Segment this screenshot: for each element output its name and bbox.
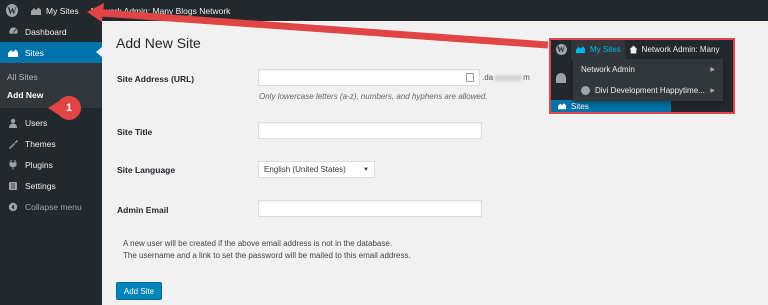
sidebar-item-themes[interactable]: Themes	[0, 133, 102, 154]
network-admin-link[interactable]: Network Admin: Many Blogs Network	[85, 0, 237, 21]
themes-icon	[7, 139, 19, 149]
sidebar-item-sites[interactable]: Sites	[0, 42, 102, 63]
settings-icon	[7, 181, 19, 191]
dashboard-icon	[556, 73, 566, 83]
sidebar-item-label: Settings	[25, 180, 56, 191]
sites-icon	[7, 48, 19, 58]
callout-admin-bar: W My Sites Network Admin: Many	[551, 40, 733, 59]
wordpress-logo-icon[interactable]: W	[0, 0, 24, 21]
add-site-button[interactable]: Add Site	[116, 282, 162, 300]
wordpress-logo-icon	[581, 86, 590, 95]
step-badge: 1	[57, 96, 81, 120]
site-address-label: Site Address (URL)	[117, 74, 195, 84]
my-sites-menu[interactable]: My Sites	[24, 0, 85, 21]
submenu-item-add-new[interactable]: Add New	[0, 86, 102, 104]
site-address-help: Only lowercase letters (a-z), numbers, a…	[259, 92, 488, 101]
admin-bar: W My Sites Network Admin: Many Blogs Net…	[0, 0, 768, 21]
site-title-input[interactable]	[258, 122, 482, 139]
callout-my-sites: My Sites	[571, 40, 625, 59]
sidebar-collapse-menu[interactable]: Collapse menu	[0, 196, 102, 217]
password-manager-icon	[466, 73, 474, 82]
chevron-right-icon: ▶	[710, 88, 715, 94]
plugins-icon	[7, 159, 19, 170]
my-sites-dropdown: Network Admin ▶ Divi Development Happyti…	[573, 59, 723, 101]
site-title-label: Site Title	[117, 127, 153, 137]
site-language-label: Site Language	[117, 165, 176, 175]
dropdown-item-divi-development[interactable]: Divi Development Happytime... ▶	[573, 80, 723, 101]
dropdown-item-network-admin[interactable]: Network Admin ▶	[573, 59, 723, 80]
callout-network-admin: Network Admin: Many	[625, 40, 724, 59]
chevron-down-icon: ▼	[363, 166, 369, 173]
page-title: Add New Site	[116, 35, 201, 51]
new-user-note-line1: A new user will be created if the above …	[123, 239, 393, 248]
blurred-domain	[494, 74, 523, 81]
admin-sidebar: Dashboard Sites All Sites Add New Users …	[0, 21, 102, 305]
sidebar-item-plugins[interactable]: Plugins	[0, 154, 102, 175]
sidebar-item-settings[interactable]: Settings	[0, 175, 102, 196]
my-sites-icon	[575, 45, 586, 54]
new-user-note-line2: The username and a link to set the passw…	[123, 251, 411, 260]
sidebar-item-dashboard[interactable]: Dashboard	[0, 21, 102, 42]
site-address-input[interactable]	[258, 69, 480, 86]
sites-submenu: All Sites Add New	[0, 63, 102, 108]
sidebar-item-label: Dashboard	[25, 26, 67, 37]
network-admin-label: Network Admin: Many Blogs Network	[90, 5, 231, 16]
admin-email-label: Admin Email	[117, 205, 169, 215]
home-icon	[629, 45, 638, 54]
sidebar-item-label: Users	[25, 117, 48, 128]
my-sites-label: My Sites	[46, 5, 79, 16]
admin-email-input[interactable]	[258, 200, 482, 217]
users-icon	[7, 118, 19, 128]
dashboard-icon	[7, 26, 19, 37]
callout-sites-menu: Sites	[551, 100, 671, 112]
wordpress-logo-icon: W	[555, 44, 567, 55]
sidebar-item-label: Plugins	[25, 159, 53, 170]
site-language-select[interactable]: English (United States) ▼	[258, 161, 375, 178]
chevron-right-icon: ▶	[710, 67, 715, 73]
admin-bar-zoom-callout: W My Sites Network Admin: Many Sites Net…	[549, 38, 735, 114]
collapse-icon	[7, 202, 19, 212]
submenu-item-all-sites[interactable]: All Sites	[0, 68, 102, 86]
domain-suffix: .da m	[482, 73, 530, 82]
sidebar-item-users[interactable]: Users	[0, 112, 102, 133]
my-sites-icon	[30, 6, 42, 16]
sidebar-item-label: Themes	[25, 138, 56, 149]
sidebar-item-label: Collapse menu	[25, 201, 82, 212]
sites-icon	[557, 102, 567, 110]
sidebar-item-label: Sites	[25, 47, 44, 58]
